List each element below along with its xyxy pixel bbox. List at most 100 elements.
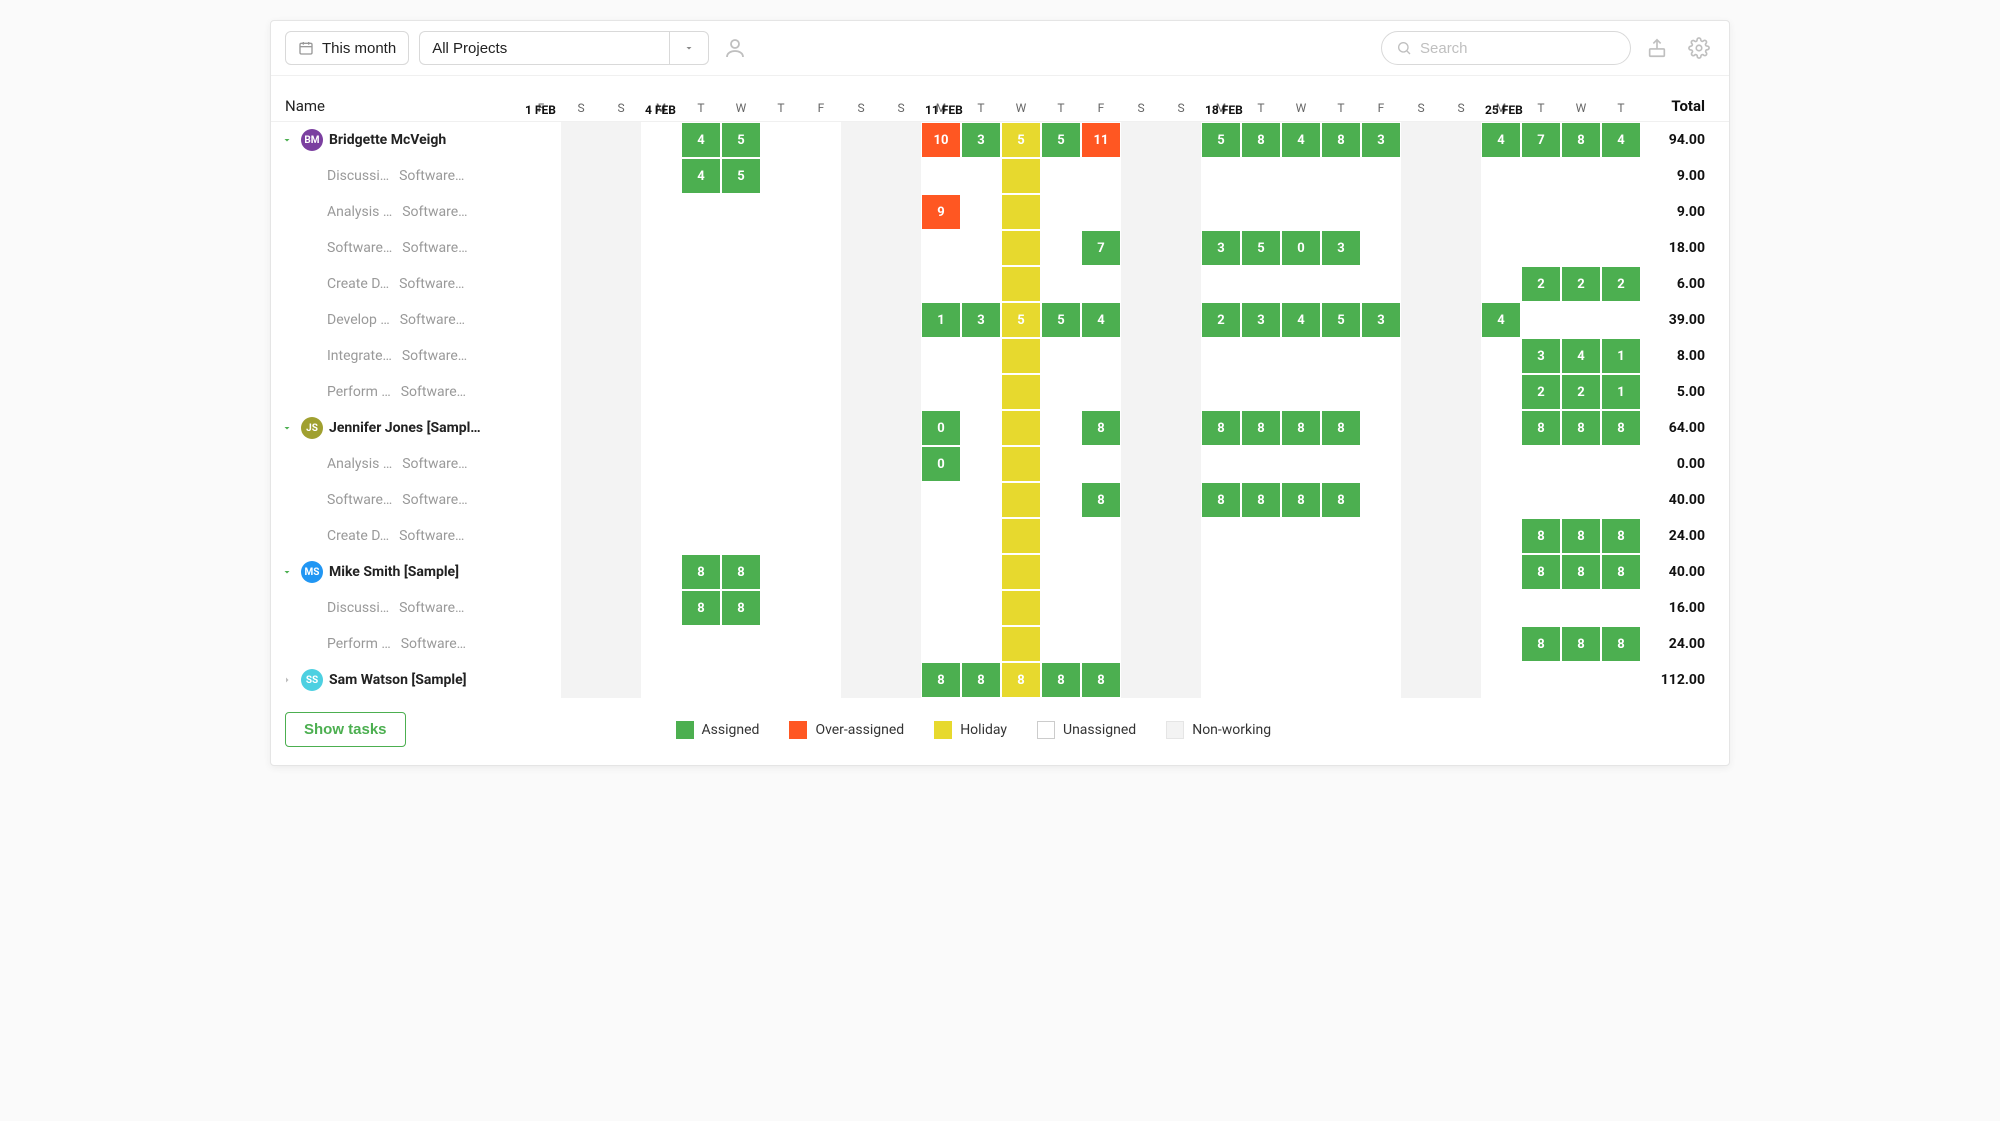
- day-cell[interactable]: [1161, 230, 1201, 266]
- day-cell[interactable]: 3: [1521, 338, 1561, 374]
- day-cell[interactable]: [641, 230, 681, 266]
- day-cell[interactable]: [681, 374, 721, 410]
- day-cell[interactable]: [721, 410, 761, 446]
- day-cell[interactable]: 3: [961, 302, 1001, 338]
- day-cell[interactable]: [1441, 446, 1481, 482]
- day-cell[interactable]: [1241, 374, 1281, 410]
- day-cell[interactable]: [841, 194, 881, 230]
- day-cell[interactable]: [841, 518, 881, 554]
- day-cell[interactable]: [1241, 266, 1281, 302]
- day-cell[interactable]: [721, 194, 761, 230]
- day-cell[interactable]: 3: [1241, 302, 1281, 338]
- day-cell[interactable]: [1521, 482, 1561, 518]
- day-cell[interactable]: 8: [721, 554, 761, 590]
- day-cell[interactable]: [601, 446, 641, 482]
- row-name-cell[interactable]: SSSam Watson [Sample]: [271, 662, 521, 698]
- day-cell[interactable]: [1041, 410, 1081, 446]
- day-cell[interactable]: [1201, 626, 1241, 662]
- day-cell[interactable]: 8: [1561, 554, 1601, 590]
- day-cell[interactable]: [1081, 518, 1121, 554]
- day-cell[interactable]: [881, 554, 921, 590]
- day-cell[interactable]: [1161, 626, 1201, 662]
- day-cell[interactable]: 5: [1321, 302, 1361, 338]
- day-cell[interactable]: [1001, 158, 1041, 194]
- day-cell[interactable]: [841, 338, 881, 374]
- day-cell[interactable]: [1441, 302, 1481, 338]
- day-cell[interactable]: [841, 626, 881, 662]
- day-cell[interactable]: [961, 626, 1001, 662]
- day-cell[interactable]: [1441, 194, 1481, 230]
- day-cell[interactable]: 9: [921, 194, 961, 230]
- day-cell[interactable]: [1201, 266, 1241, 302]
- day-cell[interactable]: 8: [1601, 626, 1641, 662]
- day-cell[interactable]: [1361, 446, 1401, 482]
- day-cell[interactable]: 5: [721, 122, 761, 158]
- day-cell[interactable]: [961, 518, 1001, 554]
- day-cell[interactable]: [641, 410, 681, 446]
- day-cell[interactable]: 8: [1601, 410, 1641, 446]
- day-cell[interactable]: 8: [681, 554, 721, 590]
- day-cell[interactable]: [721, 338, 761, 374]
- day-cell[interactable]: [881, 338, 921, 374]
- day-cell[interactable]: [1121, 518, 1161, 554]
- day-cell[interactable]: [1321, 518, 1361, 554]
- day-cell[interactable]: [761, 446, 801, 482]
- day-cell[interactable]: 0: [1281, 230, 1321, 266]
- day-cell[interactable]: [641, 338, 681, 374]
- day-cell[interactable]: [1161, 410, 1201, 446]
- day-cell[interactable]: 8: [1321, 410, 1361, 446]
- day-cell[interactable]: [1161, 194, 1201, 230]
- day-cell[interactable]: [641, 482, 681, 518]
- day-cell[interactable]: 0: [921, 410, 961, 446]
- day-cell[interactable]: [1041, 230, 1081, 266]
- day-cell[interactable]: [801, 230, 841, 266]
- day-cell[interactable]: [1121, 338, 1161, 374]
- day-cell[interactable]: [1561, 302, 1601, 338]
- day-cell[interactable]: 10: [921, 122, 961, 158]
- day-cell[interactable]: [1481, 374, 1521, 410]
- day-cell[interactable]: [1161, 554, 1201, 590]
- day-cell[interactable]: [1201, 518, 1241, 554]
- day-cell[interactable]: [1521, 230, 1561, 266]
- day-cell[interactable]: [521, 662, 561, 698]
- day-cell[interactable]: [1521, 302, 1561, 338]
- day-cell[interactable]: [1481, 158, 1521, 194]
- day-cell[interactable]: [561, 662, 601, 698]
- day-cell[interactable]: [961, 158, 1001, 194]
- day-cell[interactable]: [1081, 626, 1121, 662]
- day-cell[interactable]: [1001, 518, 1041, 554]
- day-cell[interactable]: [561, 302, 601, 338]
- day-cell[interactable]: [1001, 590, 1041, 626]
- day-cell[interactable]: 2: [1561, 266, 1601, 302]
- day-cell[interactable]: [1441, 590, 1481, 626]
- day-cell[interactable]: [561, 338, 601, 374]
- day-cell[interactable]: [1161, 374, 1201, 410]
- day-cell[interactable]: [1161, 158, 1201, 194]
- day-cell[interactable]: [1401, 626, 1441, 662]
- day-cell[interactable]: 1: [921, 302, 961, 338]
- day-cell[interactable]: [761, 662, 801, 698]
- day-cell[interactable]: [641, 302, 681, 338]
- day-cell[interactable]: [1041, 338, 1081, 374]
- day-cell[interactable]: [521, 554, 561, 590]
- day-cell[interactable]: [961, 338, 1001, 374]
- day-cell[interactable]: [841, 266, 881, 302]
- people-filter-button[interactable]: [719, 32, 751, 64]
- day-cell[interactable]: [1481, 482, 1521, 518]
- day-cell[interactable]: 8: [1001, 662, 1041, 698]
- day-cell[interactable]: [1401, 194, 1441, 230]
- day-cell[interactable]: [1561, 446, 1601, 482]
- day-cell[interactable]: [1441, 482, 1481, 518]
- day-cell[interactable]: [1361, 662, 1401, 698]
- day-cell[interactable]: [1001, 338, 1041, 374]
- day-cell[interactable]: [521, 518, 561, 554]
- day-cell[interactable]: [1081, 446, 1121, 482]
- day-cell[interactable]: [1401, 518, 1441, 554]
- day-cell[interactable]: [1081, 158, 1121, 194]
- day-cell[interactable]: [1321, 266, 1361, 302]
- search-input[interactable]: [1420, 40, 1616, 57]
- day-cell[interactable]: 8: [1601, 518, 1641, 554]
- day-cell[interactable]: [1481, 518, 1521, 554]
- day-cell[interactable]: [1401, 410, 1441, 446]
- day-cell[interactable]: [1321, 590, 1361, 626]
